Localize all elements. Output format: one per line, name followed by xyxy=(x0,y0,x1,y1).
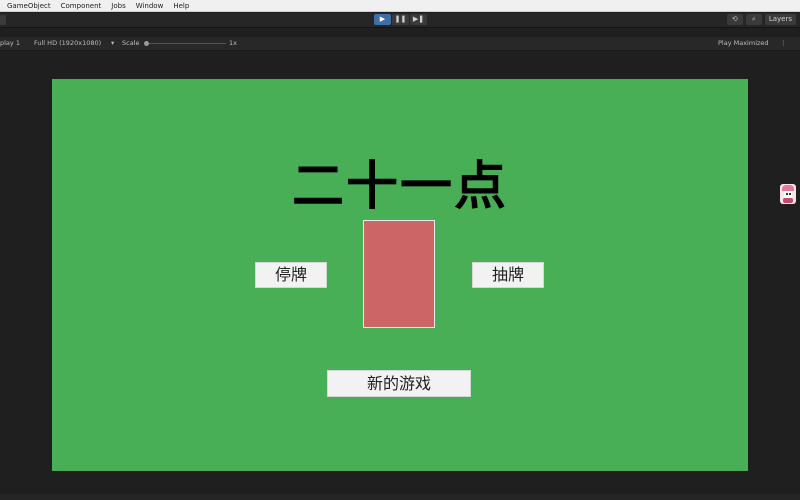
chevron-down-icon[interactable]: ▾ xyxy=(111,37,114,50)
bottom-strip xyxy=(0,494,800,500)
toolbar-right-group: ⟲ ⌕ Layers xyxy=(726,14,796,25)
scale-slider-handle[interactable] xyxy=(144,41,149,46)
game-title: 二十一点 xyxy=(291,157,508,217)
step-button[interactable]: ▶❚ xyxy=(410,14,427,25)
menu-item-gameobject[interactable]: GameObject xyxy=(7,0,51,12)
avatar-icon[interactable] xyxy=(780,184,796,204)
game-view-bar: play 1 Full HD (1920x1080) ▾ Scale 1x Pl… xyxy=(0,37,800,51)
avatar-eye-right xyxy=(789,193,791,195)
scale-slider-track[interactable] xyxy=(146,43,226,44)
history-icon[interactable]: ⟲ xyxy=(726,14,743,25)
toolbar-left-button[interactable] xyxy=(0,15,6,25)
menu-bar: GameObject Component Jobs Window Help xyxy=(0,0,800,12)
stand-button[interactable]: 停牌 xyxy=(255,262,327,288)
layers-dropdown[interactable]: Layers xyxy=(764,14,796,25)
menu-item-component[interactable]: Component xyxy=(61,0,102,12)
scale-value: 1x xyxy=(229,39,237,47)
search-icon[interactable]: ⌕ xyxy=(745,14,762,25)
hit-button[interactable]: 抽牌 xyxy=(472,262,544,288)
scale-label: Scale xyxy=(122,39,140,47)
new-game-button[interactable]: 新的游戏 xyxy=(327,370,471,397)
avatar-body xyxy=(783,198,793,203)
menu-item-window[interactable]: Window xyxy=(136,0,164,12)
play-button[interactable]: ▶ xyxy=(374,14,391,25)
menu-item-jobs[interactable]: Jobs xyxy=(111,0,125,12)
resolution-dropdown[interactable]: Full HD (1920x1080) xyxy=(34,37,101,50)
play-controls: ▶ ❚❚ ▶❚ xyxy=(374,14,427,25)
game-table: 二十一点 停牌 抽牌 新的游戏 xyxy=(52,79,748,471)
avatar-eye-left xyxy=(786,193,788,195)
play-maximized-dropdown[interactable]: Play Maximized xyxy=(718,37,769,50)
display-dropdown[interactable]: play 1 xyxy=(0,37,20,50)
menu-item-help[interactable]: Help xyxy=(173,0,189,12)
card-back xyxy=(363,220,435,328)
main-toolbar: ▶ ❚❚ ▶❚ ⟲ ⌕ Layers xyxy=(0,13,800,28)
more-options-icon[interactable]: ⋮ xyxy=(780,37,787,50)
pause-button[interactable]: ❚❚ xyxy=(392,14,409,25)
